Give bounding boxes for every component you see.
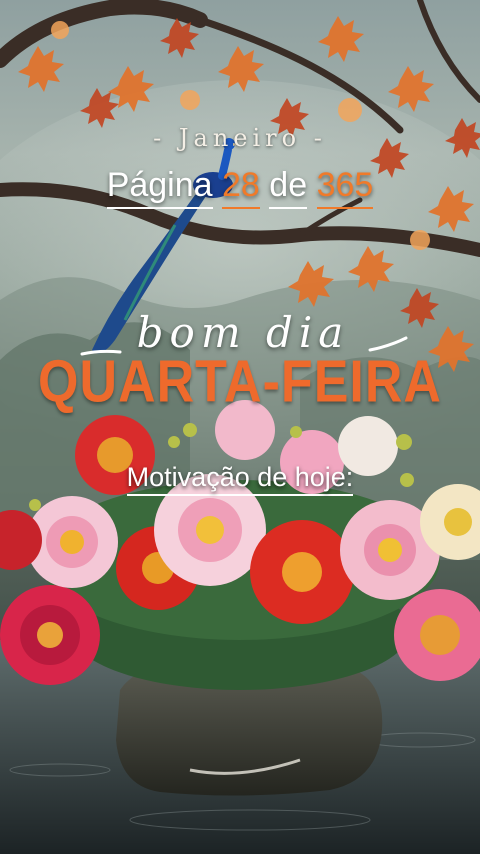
- month-label: - Janeiro -: [153, 124, 327, 152]
- page-word: Página: [106, 166, 213, 209]
- text-overlay: - Janeiro - Página 28 de 365 bom dia QUA…: [0, 0, 480, 854]
- page-counter: Página 28 de 365: [0, 166, 480, 209]
- page-number: 28: [222, 166, 260, 209]
- motivation-heading: Motivação de hoje:: [0, 462, 480, 496]
- total-pages: 365: [316, 166, 374, 209]
- of-word: de: [269, 166, 308, 209]
- weekday-title: QUARTA-FEIRA: [38, 348, 442, 416]
- greeting-card: - Janeiro - Página 28 de 365 bom dia QUA…: [0, 0, 480, 854]
- motivation-label: Motivação de hoje:: [126, 462, 354, 496]
